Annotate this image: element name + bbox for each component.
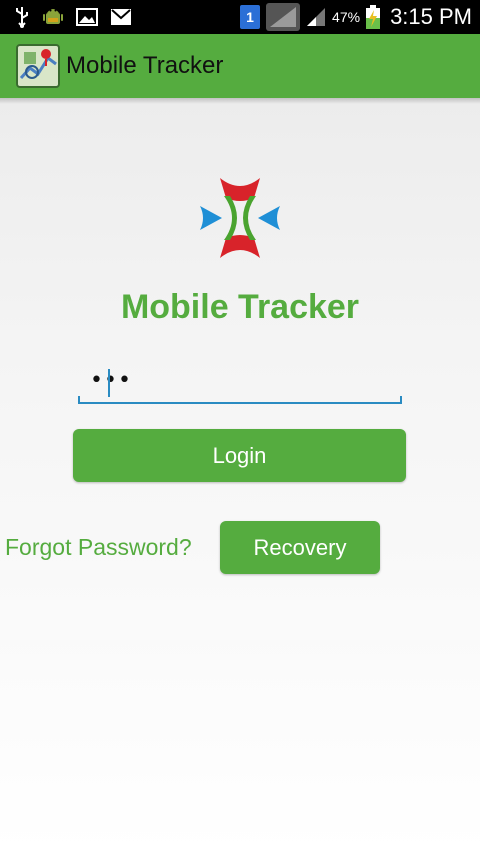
forgot-password-label: Forgot Password? <box>5 534 192 560</box>
status-bar-notifications <box>0 6 132 28</box>
recovery-button-label: Recovery <box>253 534 347 560</box>
brand-title: Mobile Tracker <box>120 288 360 326</box>
image-icon <box>76 7 98 27</box>
brand-logo-icon <box>198 176 282 260</box>
sim-badge-icon: 1 <box>240 5 261 29</box>
mail-icon <box>110 8 132 26</box>
battery-percent: 47% <box>332 9 361 25</box>
login-button-label: Login <box>212 442 267 468</box>
status-time: 3:15 PM <box>390 4 472 29</box>
cell-signal-icon <box>306 7 326 27</box>
field-tick-left <box>78 396 80 404</box>
login-button[interactable]: Login <box>73 429 406 482</box>
app-logo-icon[interactable] <box>16 44 60 88</box>
recovery-button[interactable]: Recovery <box>220 521 380 574</box>
usb-icon <box>14 6 30 28</box>
password-field-underline <box>78 402 402 404</box>
battery-charging-icon <box>366 5 381 29</box>
action-bar-shadow <box>0 98 480 104</box>
text-cursor <box>108 369 110 397</box>
app-title: Mobile Tracker <box>66 52 224 79</box>
android-debug-icon <box>42 6 64 28</box>
status-bar-system: 1 47% 3:15 PM <box>240 0 472 34</box>
status-bar: 1 47% 3:15 PM <box>0 0 480 34</box>
signal-strength-icon <box>266 3 301 31</box>
password-value: ••• <box>90 368 132 393</box>
action-bar: Mobile Tracker <box>0 34 480 98</box>
password-field[interactable]: ••• <box>78 362 402 404</box>
sim-badge-number: 1 <box>246 9 254 25</box>
field-tick-right <box>400 396 402 404</box>
